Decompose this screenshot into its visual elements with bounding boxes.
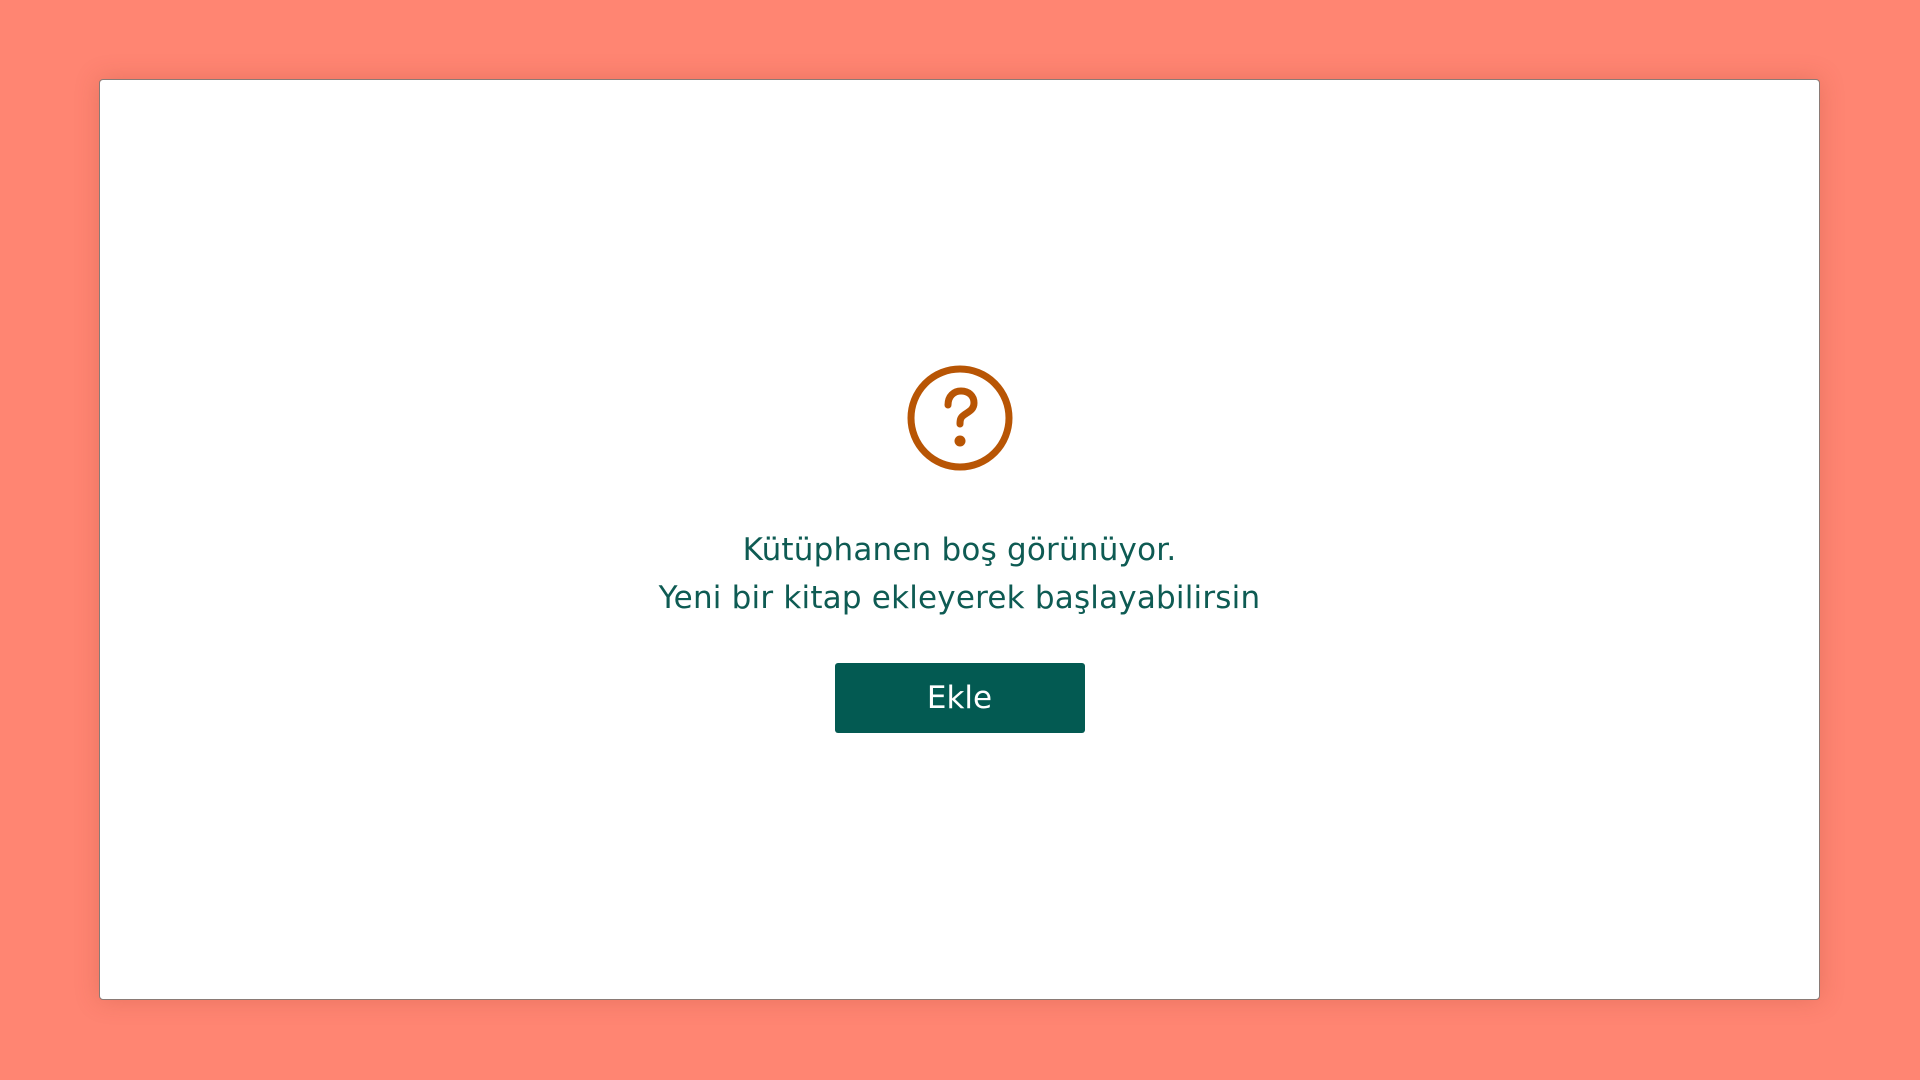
empty-message-line2: Yeni bir kitap ekleyerek başlayabilirsin [658,580,1261,616]
question-circle-icon [906,364,1014,472]
empty-message: Kütüphanen boş görünüyor. Yeni bir kitap… [659,526,1261,622]
add-button[interactable]: Ekle [834,663,1085,733]
empty-library-card: Kütüphanen boş görünüyor. Yeni bir kitap… [99,79,1820,1000]
empty-state: Kütüphanen boş görünüyor. Yeni bir kitap… [100,364,1819,733]
empty-message-line1: Kütüphanen boş görünüyor. [742,532,1177,568]
